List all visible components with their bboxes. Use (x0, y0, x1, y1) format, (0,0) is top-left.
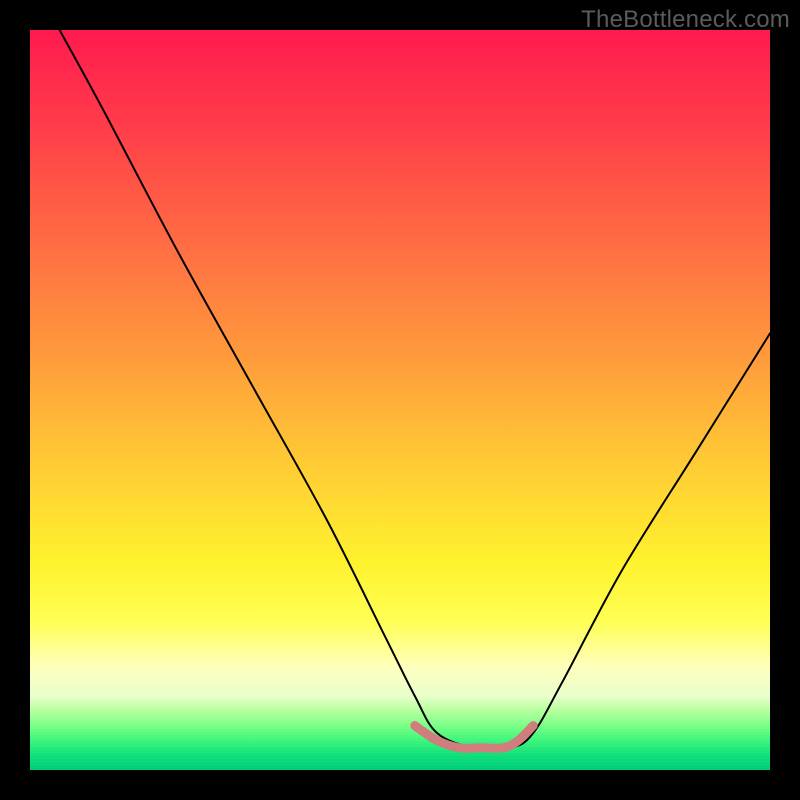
chart-frame: TheBottleneck.com (0, 0, 800, 800)
plot-area (30, 30, 770, 770)
heat-gradient-background (30, 30, 770, 770)
